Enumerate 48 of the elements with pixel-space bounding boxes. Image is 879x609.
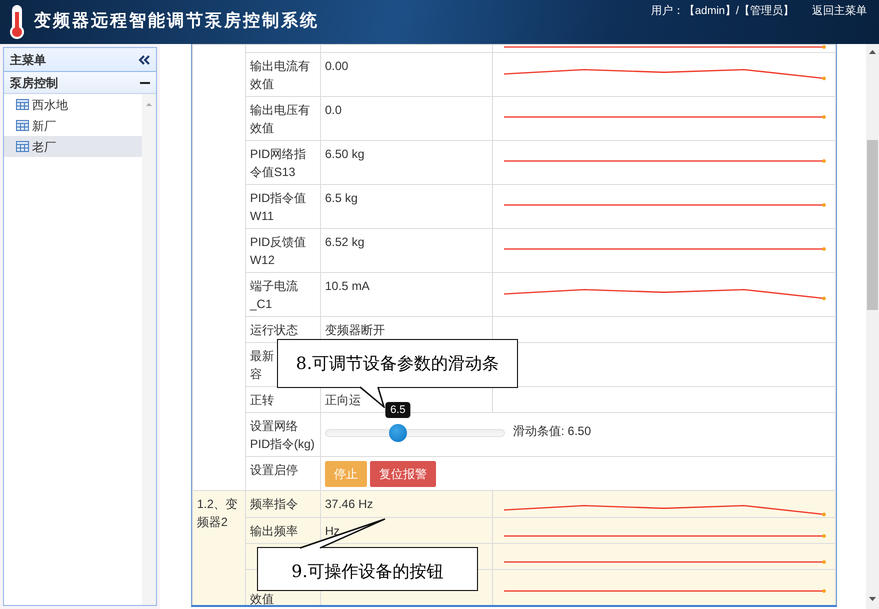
reset-alarm-button[interactable]: 复位报警 xyxy=(370,461,436,487)
row-label: 频率指令 xyxy=(250,497,298,511)
home-link[interactable]: 返回主菜单 xyxy=(812,3,867,20)
sidebar-title: 主菜单 xyxy=(10,52,46,68)
sidebar-item[interactable]: 新厂 xyxy=(4,115,142,136)
table-icon xyxy=(16,120,29,131)
row-label: 输出频率 xyxy=(250,524,298,538)
row-label: 端子电流_C1 xyxy=(250,279,298,311)
scrollbar[interactable] xyxy=(866,44,879,609)
row-value: Hz xyxy=(325,524,340,538)
row-label: 输出电流有效值 xyxy=(250,59,310,91)
row-value: 变频器断开 xyxy=(325,323,385,337)
row-label: 输出电压有效值 xyxy=(250,103,310,135)
sidebar-item[interactable]: 西水地 xyxy=(4,94,142,115)
row-value: 6.52 kg xyxy=(325,235,364,249)
row-label: 最新 xyxy=(250,348,274,365)
callout-text: 8.可调节设备参数的滑动条 xyxy=(296,353,500,376)
scrollbar-thumb[interactable] xyxy=(867,140,878,310)
row-label: PID反馈值W12 xyxy=(250,235,306,267)
section-title: 泵房控制 xyxy=(10,74,58,92)
slider-tooltip: 6.5 xyxy=(385,402,411,418)
row-label: PID网络指令值S13 xyxy=(250,147,306,179)
row-label: 设置启停 xyxy=(250,463,298,477)
row-value: 正向运 xyxy=(325,393,361,407)
table-icon xyxy=(16,141,29,152)
row-label: 容 xyxy=(250,366,262,383)
row-label: 设置网络PID指令(kg) xyxy=(250,419,315,451)
row-label: 运行状态 xyxy=(250,323,298,337)
row-value: 0.00 xyxy=(325,59,348,73)
slider[interactable] xyxy=(325,424,505,442)
group-label: 1.2、变频器2 xyxy=(197,497,238,529)
row-value: 10.5 mA xyxy=(325,279,370,293)
row-value: 6.50 kg xyxy=(325,147,364,161)
callout-text: 9.可操作设备的按钮 xyxy=(291,561,444,584)
table-icon xyxy=(16,99,29,110)
row-value: 37.46 Hz xyxy=(325,497,374,511)
callout-pointer xyxy=(359,386,385,408)
row-label: PID指令值W11 xyxy=(250,191,306,223)
app-title: 变频器远程智能调节泵房控制系统 xyxy=(34,10,319,34)
collapse-icon[interactable] xyxy=(138,54,150,64)
slider-thumb[interactable] xyxy=(388,424,407,442)
row-label: 效值 xyxy=(250,592,274,605)
row-value: 0.0 xyxy=(325,103,342,117)
sidebar-item[interactable]: 老厂 xyxy=(4,136,142,157)
row-label: 正转 xyxy=(250,393,274,407)
user-info: 用户：【admin】/【管理员】 xyxy=(650,4,794,19)
row-value: 6.5 kg xyxy=(325,191,358,205)
slider-value: 滑动条值: 6.50 xyxy=(513,423,592,440)
